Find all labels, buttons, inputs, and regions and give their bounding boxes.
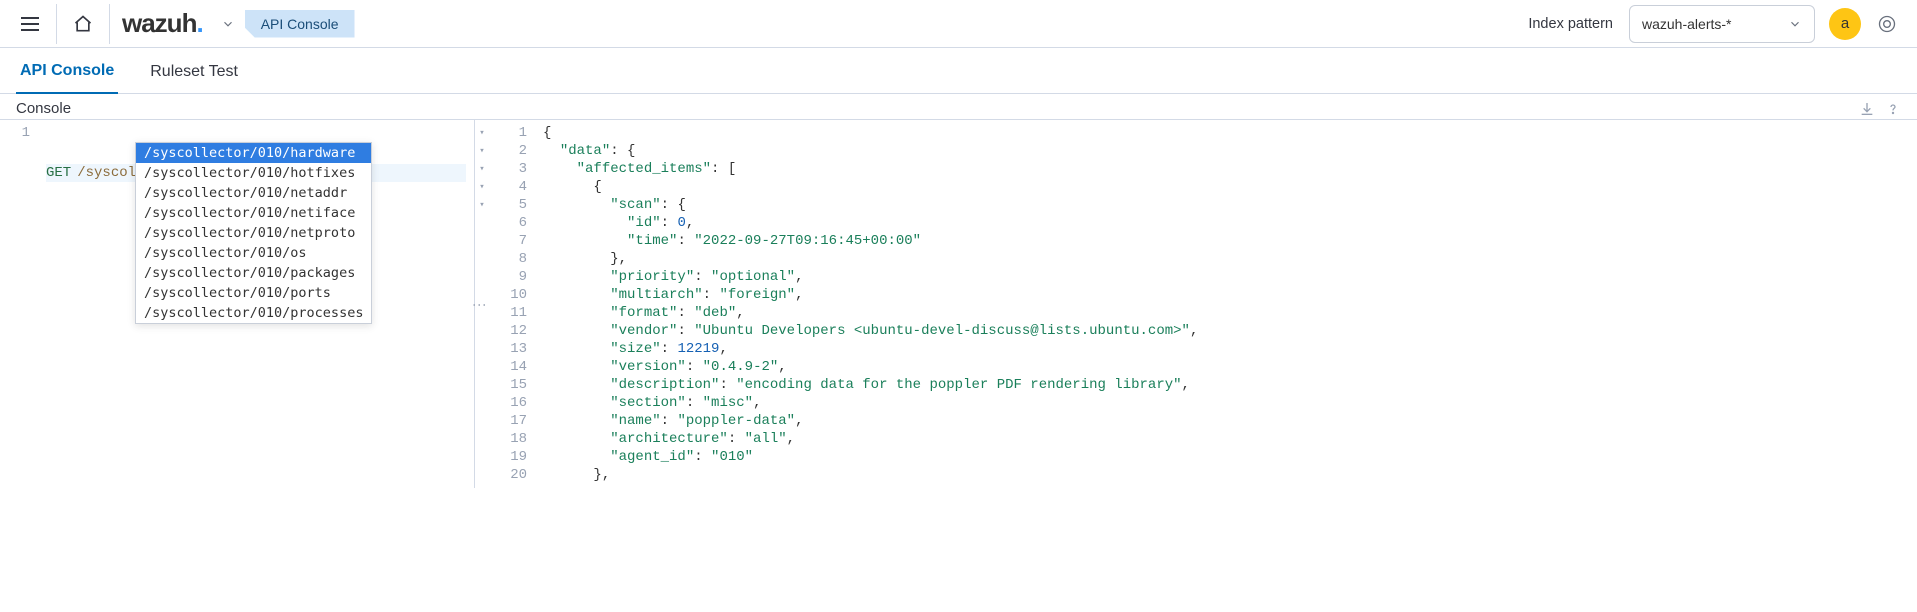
autocomplete-item[interactable]: /syscollector/010/netproto bbox=[136, 223, 371, 243]
response-pane[interactable]: ▾▾▾▾▾ 1234567891011121314151617181920 { … bbox=[475, 120, 1917, 488]
console-title: Console bbox=[16, 100, 71, 117]
index-pattern-select[interactable]: wazuh-alerts-* bbox=[1629, 5, 1815, 43]
logo-text: wazuh bbox=[122, 8, 196, 38]
top-bar: wazuh. API Console Index pattern wazuh-a… bbox=[0, 0, 1917, 48]
http-method: GET bbox=[46, 164, 71, 182]
autocomplete-item[interactable]: /syscollector/010/packages bbox=[136, 263, 371, 283]
breadcrumb-current[interactable]: API Console bbox=[245, 10, 355, 38]
tabs: API Console Ruleset Test bbox=[0, 48, 1917, 94]
autocomplete-item[interactable]: /syscollector/010/processes bbox=[136, 303, 371, 323]
index-pattern-value: wazuh-alerts-* bbox=[1642, 16, 1731, 32]
download-icon[interactable] bbox=[1859, 101, 1875, 117]
console-header: Console bbox=[0, 94, 1917, 119]
home-icon bbox=[73, 14, 93, 34]
chevron-down-icon[interactable] bbox=[221, 17, 235, 31]
user-avatar[interactable]: a bbox=[1829, 8, 1861, 40]
divider bbox=[56, 4, 57, 44]
fold-gutter: ▾▾▾▾▾ bbox=[475, 124, 489, 484]
ring-icon bbox=[1877, 14, 1897, 34]
tab-api-console[interactable]: API Console bbox=[16, 62, 118, 94]
autocomplete-item[interactable]: /syscollector/010/os bbox=[136, 243, 371, 263]
chevron-down-icon bbox=[1788, 17, 1802, 31]
request-pane[interactable]: 1 GET /syscollector/010/ /syscollector/0… bbox=[0, 120, 475, 488]
logo-dot: . bbox=[196, 8, 202, 38]
autocomplete-popup[interactable]: /syscollector/010/hardware/syscollector/… bbox=[135, 142, 372, 324]
brand-logo[interactable]: wazuh. bbox=[122, 8, 203, 39]
divider bbox=[109, 4, 110, 44]
autocomplete-item[interactable]: /syscollector/010/hardware bbox=[136, 143, 371, 163]
autocomplete-item[interactable]: /syscollector/010/hotfixes bbox=[136, 163, 371, 183]
response-line-numbers: 1234567891011121314151617181920 bbox=[487, 120, 535, 488]
extension-button[interactable] bbox=[1869, 6, 1905, 42]
help-icon[interactable] bbox=[1885, 101, 1901, 117]
autocomplete-item[interactable]: /syscollector/010/netaddr bbox=[136, 183, 371, 203]
home-button[interactable] bbox=[65, 6, 101, 42]
request-line-numbers: 1 bbox=[0, 120, 38, 258]
autocomplete-item[interactable]: /syscollector/010/netiface bbox=[136, 203, 371, 223]
autocomplete-item[interactable]: /syscollector/010/ports bbox=[136, 283, 371, 303]
hamburger-icon bbox=[21, 17, 39, 31]
response-body: { "data": { "affected_items": [ { "scan"… bbox=[535, 120, 1206, 488]
console: 1 GET /syscollector/010/ /syscollector/0… bbox=[0, 119, 1917, 488]
tab-ruleset-test[interactable]: Ruleset Test bbox=[146, 63, 242, 93]
menu-toggle-button[interactable] bbox=[12, 6, 48, 42]
index-pattern-label: Index pattern bbox=[1528, 16, 1613, 32]
